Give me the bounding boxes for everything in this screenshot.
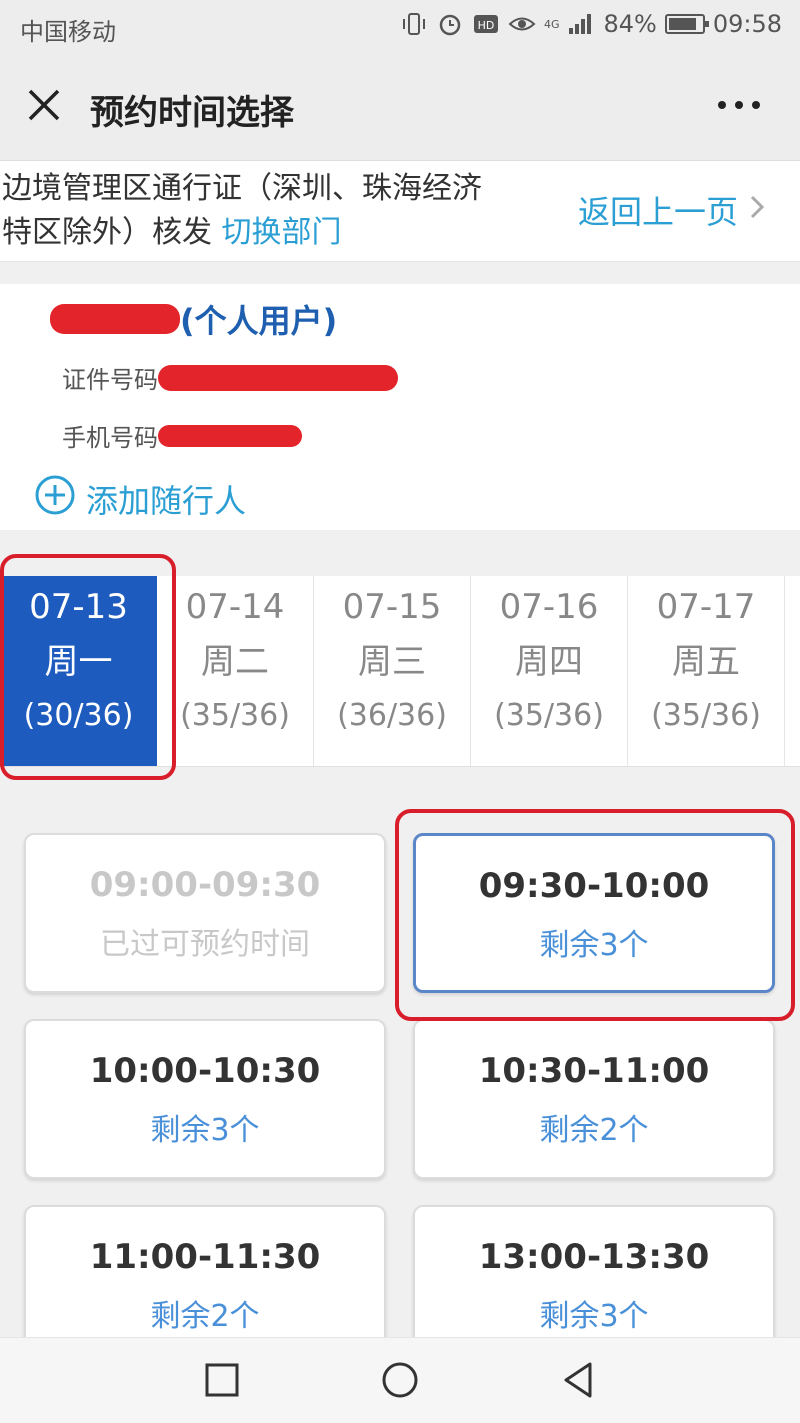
phone-row: 手机号码 — [62, 418, 302, 453]
time-slot-time: 13:00-13:30 — [478, 1237, 710, 1277]
divider — [0, 262, 800, 284]
carrier-label: 中国移动 — [20, 18, 116, 46]
alarm-icon — [436, 10, 464, 38]
date-tab-weekday: 周二 — [201, 642, 269, 682]
date-tab-count: (36/36) — [337, 698, 447, 733]
more-menu-icon[interactable] — [714, 85, 764, 125]
date-tab-count: (30/36) — [23, 698, 134, 733]
add-circle-icon — [34, 474, 76, 524]
id-label: 证件号码 — [62, 366, 158, 394]
time-slot-time: 09:30-10:00 — [478, 866, 710, 906]
date-tab-date: 07-15 — [342, 587, 442, 627]
back-icon[interactable] — [558, 1360, 598, 1400]
signal-icon — [567, 10, 595, 38]
time-slot-remaining: 剩余3个 — [150, 1113, 260, 1148]
redacted-name — [50, 304, 180, 334]
date-tabs: 07-13 周一 (30/36) 07-14 周二 (35/36) 07-15 … — [0, 576, 800, 767]
divider — [0, 767, 800, 807]
date-tab-count: (35/36) — [180, 698, 290, 733]
home-icon[interactable] — [380, 1360, 420, 1400]
page-title: 预约时间选择 — [90, 93, 294, 133]
time-slot: 09:00-09:30 已过可预约时间 — [24, 833, 386, 993]
add-companion-label: 添加随行人 — [86, 482, 247, 520]
switch-department-link[interactable]: 切换部门 — [222, 215, 342, 250]
phone-label: 手机号码 — [62, 424, 158, 452]
date-tab[interactable]: 07-14 周二 (35/36) — [157, 576, 314, 766]
battery-icon — [664, 14, 709, 34]
time-slot-remaining: 已过可预约时间 — [100, 927, 310, 962]
date-tab-date: 07-14 — [185, 587, 285, 627]
title-bar: 预约时间选择 — [0, 55, 800, 161]
eye-icon — [508, 10, 536, 38]
user-card: (个人用户) 证件号码 手机号码 添加随行人 — [0, 284, 800, 530]
status-bar: 中国移动 HD 4G 84% 09:58 — [0, 0, 800, 55]
time-slot-remaining: 剩余2个 — [150, 1299, 260, 1334]
time-slot[interactable]: 10:00-10:30 剩余3个 — [24, 1019, 386, 1179]
divider — [0, 530, 800, 576]
date-tab-date: 07-13 — [29, 587, 128, 627]
date-tab-weekday: 周五 — [672, 642, 740, 682]
time-slot-time: 09:00-09:30 — [89, 865, 321, 905]
time-slot-time: 10:00-10:30 — [89, 1051, 321, 1091]
status-icons: HD 4G 84% 09:58 — [400, 10, 782, 38]
service-name: 边境管理区通行证（深圳、珠海经济特区除外）核发 切换部门 — [2, 167, 482, 255]
network-label: 4G — [543, 17, 560, 31]
id-row: 证件号码 — [62, 360, 398, 395]
recent-apps-icon[interactable] — [202, 1360, 242, 1400]
time-slot-time: 11:00-11:30 — [89, 1237, 321, 1277]
chevron-right-icon — [748, 191, 766, 229]
back-link-label: 返回上一页 — [577, 193, 738, 231]
date-tab-date: 07-16 — [499, 587, 599, 627]
back-link[interactable]: 返回上一页 — [578, 187, 766, 233]
vibrate-icon — [400, 10, 428, 38]
user-name-row: (个人用户) — [50, 296, 337, 342]
add-companion-button[interactable]: 添加随行人 — [34, 474, 246, 524]
time-slot-remaining: 剩余3个 — [539, 1299, 649, 1334]
close-icon[interactable] — [24, 85, 64, 125]
battery-percent: 84% — [603, 10, 657, 38]
svg-text:HD: HD — [478, 19, 495, 32]
system-nav-bar — [0, 1337, 800, 1423]
time-slot-remaining: 剩余2个 — [539, 1113, 649, 1148]
redacted-id — [158, 364, 398, 391]
date-tab[interactable]: 07-13 周一 (30/36) — [0, 576, 157, 766]
time-slot[interactable]: 09:30-10:00 剩余3个 — [413, 833, 775, 993]
redacted-phone — [158, 424, 302, 447]
user-type: (个人用户) — [180, 302, 338, 340]
service-header: 边境管理区通行证（深圳、珠海经济特区除外）核发 切换部门 返回上一页 — [0, 161, 800, 262]
date-tab[interactable]: 07-17 周五 (35/36) — [628, 576, 785, 766]
clock: 09:58 — [712, 10, 782, 38]
date-tab-count: (35/36) — [494, 698, 604, 733]
time-slot-remaining: 剩余3个 — [539, 928, 649, 963]
date-tab-count: (35/36) — [651, 698, 761, 733]
date-tab-date: 07-17 — [656, 587, 756, 627]
hd-icon: HD — [472, 10, 500, 38]
date-tab[interactable]: 07-15 周三 (36/36) — [314, 576, 471, 766]
date-tab-weekday: 周三 — [358, 642, 426, 682]
date-tab-weekday: 周四 — [515, 642, 583, 682]
date-tab-weekday: 周一 — [44, 642, 113, 682]
time-slot-time: 10:30-11:00 — [478, 1051, 710, 1091]
date-tab[interactable]: 07-16 周四 (35/36) — [471, 576, 628, 766]
time-slot-grid: 09:00-09:30 已过可预约时间 09:30-10:00 剩余3个 10:… — [0, 807, 800, 1365]
time-slot[interactable]: 10:30-11:00 剩余2个 — [413, 1019, 775, 1179]
